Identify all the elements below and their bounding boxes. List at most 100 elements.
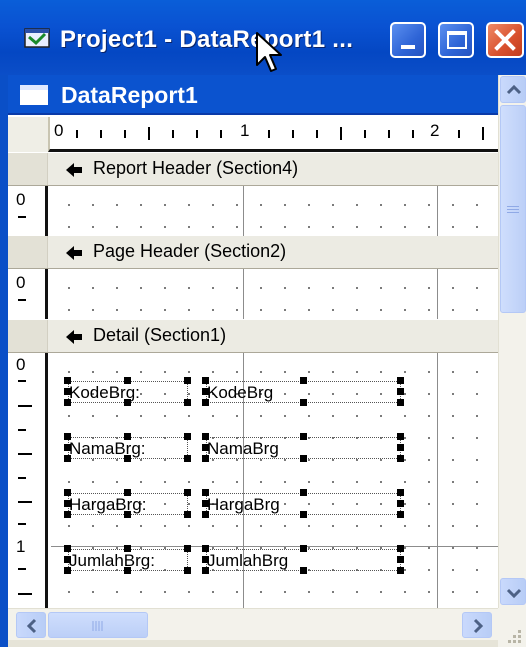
scroll-up-button[interactable] [500, 76, 526, 103]
selection-handle[interactable] [64, 433, 71, 440]
scroll-down-button[interactable] [500, 578, 526, 605]
selection-handle[interactable] [184, 433, 191, 440]
selection-handle[interactable] [300, 455, 307, 462]
scroll-left-button[interactable] [16, 612, 46, 638]
selection-handle[interactable] [397, 500, 404, 507]
horizontal-scrollbar[interactable] [8, 608, 498, 640]
selection-handle[interactable] [64, 455, 71, 462]
selection-handle[interactable] [300, 489, 307, 496]
section-bar-detail[interactable]: Detail (Section1) [8, 320, 498, 353]
selection-handle[interactable] [202, 500, 209, 507]
selection-handle[interactable] [124, 511, 131, 518]
selection-handle[interactable] [397, 455, 404, 462]
selection-handle[interactable] [397, 489, 404, 496]
selection-handle[interactable] [397, 545, 404, 552]
selection-handle[interactable] [397, 511, 404, 518]
selection-handle[interactable] [202, 556, 209, 563]
selection-handle[interactable] [64, 545, 71, 552]
ruler-tick [364, 130, 366, 138]
selection-handle[interactable] [124, 433, 131, 440]
ruler-label: 0 [16, 190, 26, 209]
label-caption: JumlahBrg: [69, 551, 155, 570]
ruler-tick [340, 127, 342, 140]
selection-handle[interactable] [300, 433, 307, 440]
window-frame-bottom [8, 640, 498, 647]
selection-handle[interactable] [64, 388, 71, 395]
ruler-tick [18, 216, 26, 218]
selection-handle[interactable] [124, 399, 131, 406]
selection-handle[interactable] [124, 545, 131, 552]
selection-handle[interactable] [202, 444, 209, 451]
selection-handle[interactable] [64, 556, 71, 563]
selection-handle[interactable] [202, 511, 209, 518]
selection-handle[interactable] [184, 545, 191, 552]
section-title: Detail (Section1) [93, 325, 227, 345]
selection-handle[interactable] [184, 455, 191, 462]
selection-handle[interactable] [397, 556, 404, 563]
collapse-arrow-icon[interactable] [65, 245, 83, 261]
selection-handle[interactable] [300, 545, 307, 552]
textbox-datafield: KodeBrg [207, 383, 274, 402]
selection-handle[interactable] [184, 511, 191, 518]
selection-handle[interactable] [202, 377, 209, 384]
selection-handle[interactable] [124, 567, 131, 574]
selection-handle[interactable] [397, 567, 404, 574]
selection-handle[interactable] [184, 399, 191, 406]
selection-handle[interactable] [64, 377, 71, 384]
ruler-tick [100, 130, 102, 138]
ruler-tick [148, 127, 150, 140]
thumb-grip [507, 209, 519, 210]
selection-handle[interactable] [124, 489, 131, 496]
section-body-report-header[interactable] [51, 186, 498, 236]
selection-handle[interactable] [397, 388, 404, 395]
ruler-tick [388, 130, 390, 138]
ruler-tick [18, 299, 26, 301]
report-designer-canvas[interactable]: 0 1 2 Report Header (Section4) 0 Page He… [8, 117, 498, 608]
maximize-button[interactable] [438, 22, 474, 58]
selection-handle[interactable] [64, 444, 71, 451]
collapse-arrow-icon[interactable] [65, 329, 83, 345]
mouse-pointer-icon [256, 32, 282, 72]
section-bar-report-header[interactable]: Report Header (Section4) [8, 153, 498, 186]
selection-handle[interactable] [124, 377, 131, 384]
collapse-arrow-icon[interactable] [65, 162, 83, 178]
selection-handle[interactable] [202, 489, 209, 496]
vertical-scroll-thumb[interactable] [500, 105, 526, 313]
horizontal-scroll-thumb[interactable] [48, 612, 148, 638]
window-title: Project1 - DataReport1 ... [60, 26, 354, 53]
selection-handle[interactable] [397, 433, 404, 440]
selection-handle[interactable] [64, 399, 71, 406]
selection-handle[interactable] [64, 511, 71, 518]
selection-handle[interactable] [202, 399, 209, 406]
selection-handle[interactable] [397, 399, 404, 406]
selection-handle[interactable] [300, 399, 307, 406]
selection-handle[interactable] [300, 567, 307, 574]
selection-handle[interactable] [202, 455, 209, 462]
vertical-scrollbar[interactable] [498, 75, 526, 608]
chevron-up-icon [506, 84, 522, 95]
selection-handle[interactable] [64, 500, 71, 507]
selection-handle[interactable] [397, 444, 404, 451]
minimize-button[interactable] [390, 22, 426, 58]
section-title: Report Header (Section4) [93, 158, 299, 178]
selection-handle[interactable] [64, 489, 71, 496]
selection-handle[interactable] [202, 567, 209, 574]
selection-handle[interactable] [300, 511, 307, 518]
selection-handle[interactable] [202, 433, 209, 440]
selection-handle[interactable] [184, 377, 191, 384]
section-body-page-header[interactable] [51, 269, 498, 319]
size-grip[interactable] [498, 608, 526, 647]
selection-handle[interactable] [397, 377, 404, 384]
selection-handle[interactable] [184, 489, 191, 496]
selection-handle[interactable] [124, 455, 131, 462]
close-button[interactable] [486, 22, 524, 58]
selection-handle[interactable] [202, 388, 209, 395]
ruler-label: 0 [16, 355, 26, 374]
section-body-detail[interactable]: KodeBrg: KodeBrg NamaBrg: NamaBrg HargaB… [51, 353, 498, 608]
selection-handle[interactable] [300, 377, 307, 384]
selection-handle[interactable] [64, 567, 71, 574]
scroll-right-button[interactable] [462, 612, 492, 638]
selection-handle[interactable] [202, 545, 209, 552]
section-bar-page-header[interactable]: Page Header (Section2) [8, 236, 498, 269]
selection-handle[interactable] [184, 567, 191, 574]
